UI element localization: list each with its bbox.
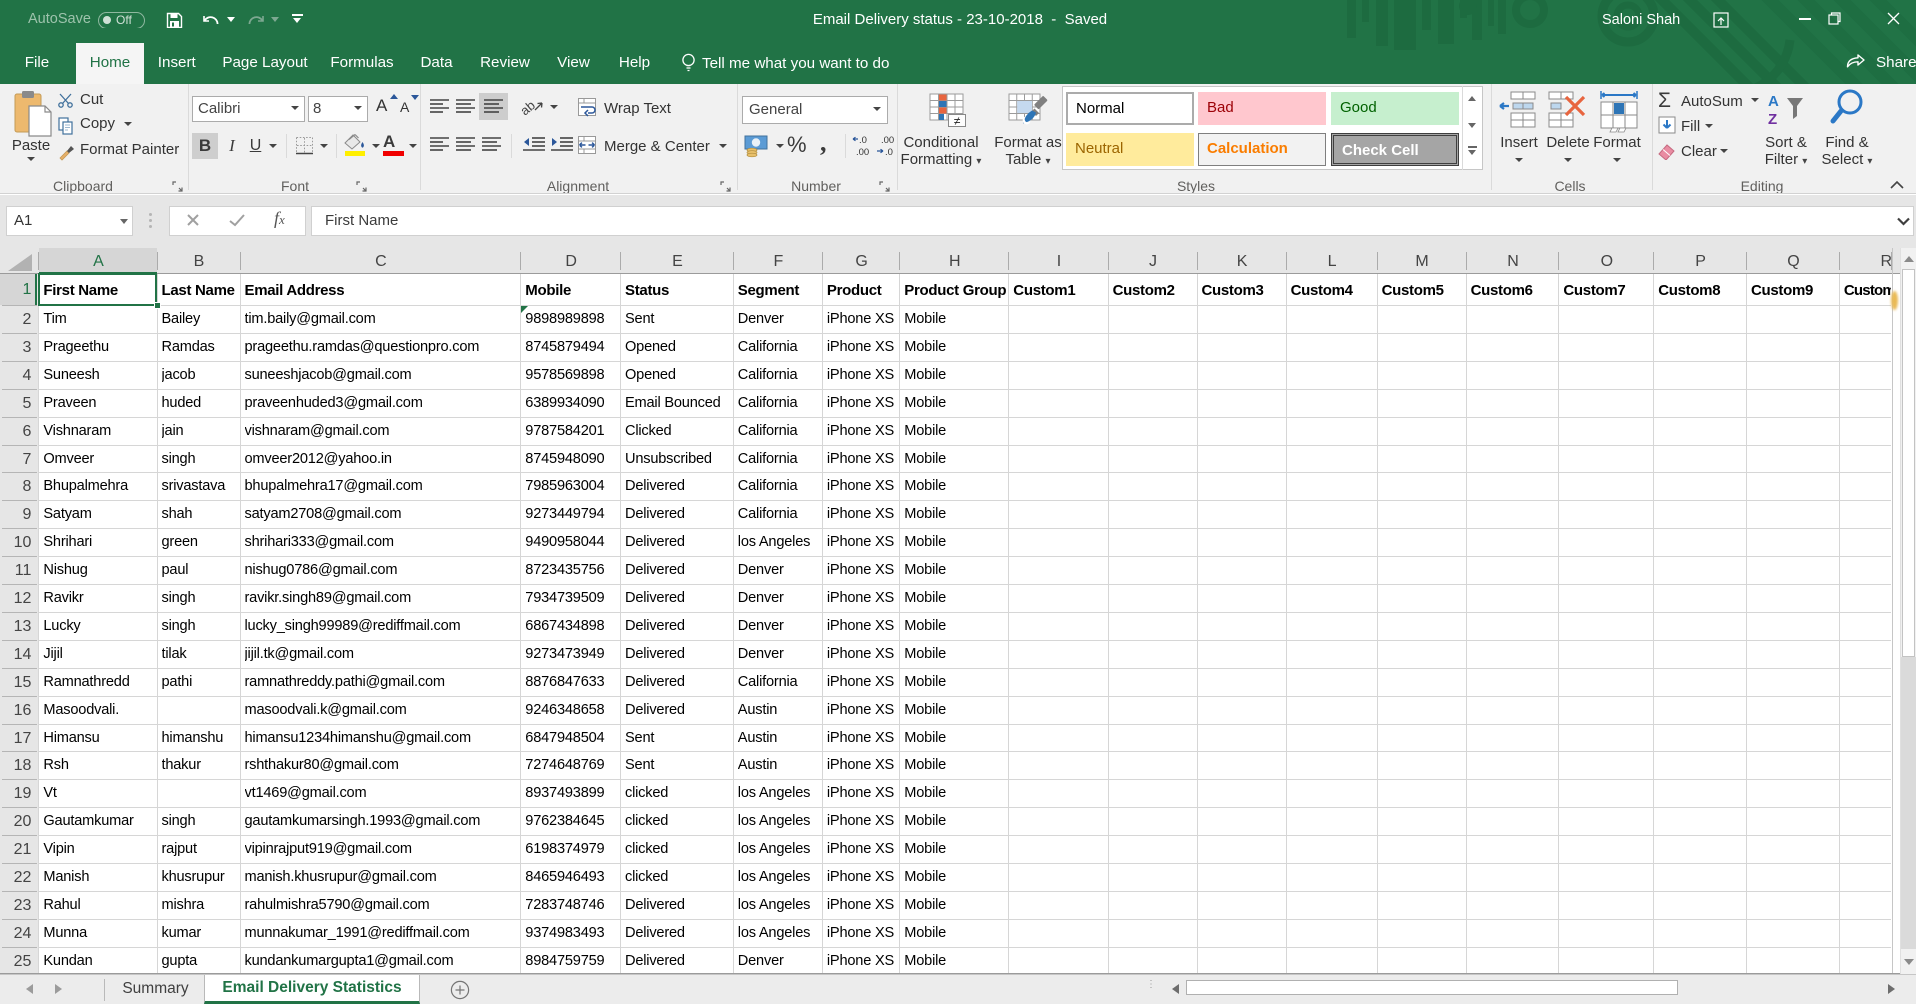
svg-text:.00: .00 <box>856 147 869 158</box>
svg-text:.0: .0 <box>859 135 867 146</box>
svg-text:Z: Z <box>1768 111 1777 128</box>
svg-text:ab: ab <box>521 98 538 118</box>
svg-text:A: A <box>1768 93 1779 110</box>
